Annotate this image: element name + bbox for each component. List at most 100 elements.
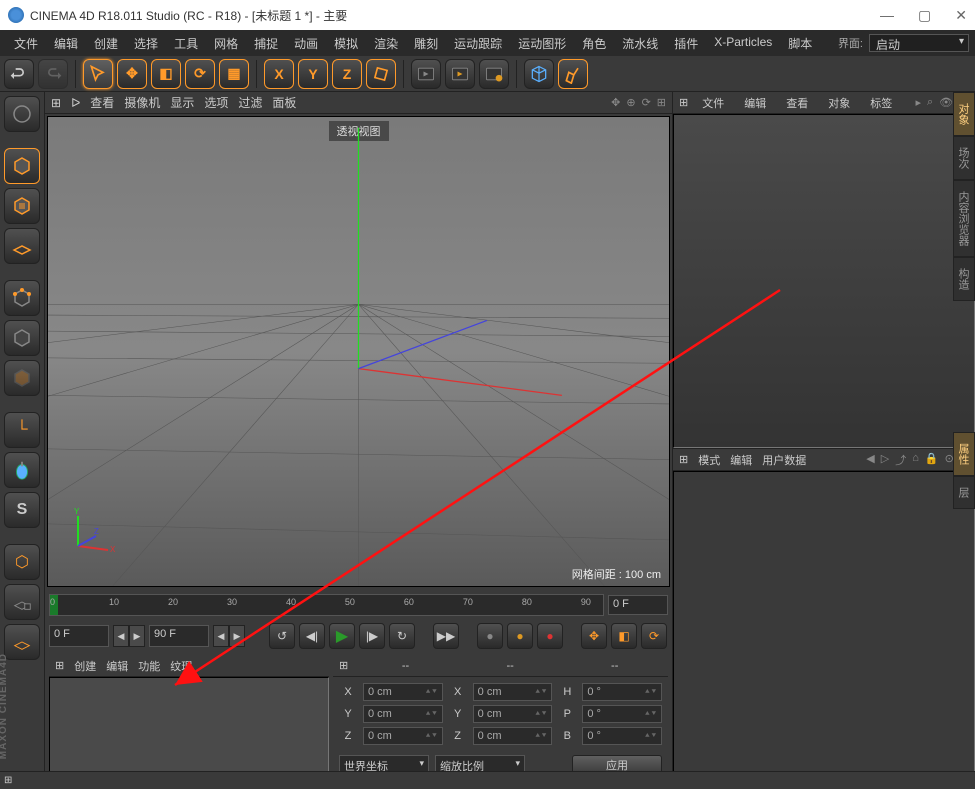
side-tab-structure[interactable]: 构造 xyxy=(953,257,975,301)
key-scale-button[interactable]: ◧ xyxy=(611,623,637,649)
attr-menu-userdata[interactable]: 用户数据 xyxy=(762,452,806,468)
coord-y-size[interactable]: 0 cm⯅⯆ xyxy=(473,705,553,723)
coord-x-pos[interactable]: 0 cm⯅⯆ xyxy=(363,683,443,701)
mat-menu-func[interactable]: 功能 xyxy=(138,658,160,674)
menu-14[interactable]: 流水线 xyxy=(614,35,666,52)
obj-menu-file[interactable]: 文件 xyxy=(696,95,730,111)
menu-12[interactable]: 运动图形 xyxy=(510,35,574,52)
coord-z-pos[interactable]: 0 cm⯅⯆ xyxy=(363,727,443,745)
spline-pen-button[interactable] xyxy=(558,59,588,89)
goto-end-button[interactable]: ↻ xyxy=(389,623,415,649)
attr-back-icon[interactable]: ◀ xyxy=(866,452,874,468)
obj-eye-icon[interactable]: 👁 xyxy=(939,96,953,109)
play-button[interactable]: ▶ xyxy=(329,623,355,649)
menu-5[interactable]: 网格 xyxy=(206,35,246,52)
make-editable-button[interactable] xyxy=(4,96,40,132)
menu-17[interactable]: 脚本 xyxy=(780,35,820,52)
perspective-viewport[interactable]: 透视视图 xyxy=(47,116,670,587)
frame-up-button[interactable]: ▶ xyxy=(129,625,145,647)
timeline-ruler[interactable]: 0102030405060708090 xyxy=(49,594,604,616)
render-settings-button[interactable] xyxy=(479,59,509,89)
menu-8[interactable]: 模拟 xyxy=(326,35,366,52)
menu-9[interactable]: 渲染 xyxy=(366,35,406,52)
coord-h-rot[interactable]: 0 °⯅⯆ xyxy=(582,683,662,701)
record-key-button[interactable]: ● xyxy=(477,623,503,649)
menu-11[interactable]: 运动跟踪 xyxy=(446,35,510,52)
coord-y-pos[interactable]: 0 cm⯅⯆ xyxy=(363,705,443,723)
axis-y-lock[interactable]: Y xyxy=(298,59,328,89)
render-picture-viewer-button[interactable] xyxy=(445,59,475,89)
vp-menu-filter[interactable]: 过滤 xyxy=(238,94,262,111)
coord-system[interactable] xyxy=(366,59,396,89)
attributes-panel-body[interactable] xyxy=(673,471,975,789)
menu-1[interactable]: 编辑 xyxy=(46,35,86,52)
vp-menu-options[interactable]: 选项 xyxy=(204,94,228,111)
side-tab-browser[interactable]: 内容浏览器 xyxy=(953,180,975,257)
frame-down-button[interactable]: ◀ xyxy=(113,625,129,647)
autokey-button[interactable]: ● xyxy=(507,623,533,649)
objects-panel-body[interactable] xyxy=(673,114,975,448)
model-mode-button[interactable] xyxy=(4,148,40,184)
attr-fwd-icon[interactable]: ▷ xyxy=(881,452,889,468)
obj-expand-icon[interactable]: ▸ xyxy=(915,96,921,109)
vp-menu-view[interactable]: 查看 xyxy=(90,94,114,111)
workplane-tool-button[interactable]: ⬡ xyxy=(4,544,40,580)
keyframe-sel-button[interactable]: ● xyxy=(537,623,563,649)
tweak-tool-button[interactable] xyxy=(4,452,40,488)
vp-nav-icon-3[interactable]: ⟳ xyxy=(642,96,651,109)
menu-0[interactable]: 文件 xyxy=(6,35,46,52)
coord-b-rot[interactable]: 0 °⯅⯆ xyxy=(582,727,662,745)
vp-nav-icon-2[interactable]: ⊕ xyxy=(626,96,635,109)
forward-button[interactable]: ▶▶ xyxy=(433,623,459,649)
menu-15[interactable]: 插件 xyxy=(666,35,706,52)
next-key-button[interactable]: |▶ xyxy=(359,623,385,649)
vp-menu-display[interactable]: 显示 xyxy=(170,94,194,111)
key-pos-button[interactable]: ✥ xyxy=(581,623,607,649)
menu-7[interactable]: 动画 xyxy=(286,35,326,52)
maximize-button[interactable]: ▢ xyxy=(918,7,931,24)
snap-button[interactable]: S xyxy=(4,492,40,528)
vp-menu-panel[interactable]: 面板 xyxy=(272,94,296,111)
last-tool[interactable]: ▦ xyxy=(219,59,249,89)
vp-nav-icon-4[interactable]: ⊞ xyxy=(657,96,666,109)
edge-mode-button[interactable] xyxy=(4,320,40,356)
menu-13[interactable]: 角色 xyxy=(574,35,614,52)
obj-menu-view[interactable]: 查看 xyxy=(780,95,814,111)
status-drag-icon[interactable]: ⊞ xyxy=(4,775,12,786)
axis-tool-button[interactable]: └ xyxy=(4,412,40,448)
menu-3[interactable]: 选择 xyxy=(126,35,166,52)
vp-nav-icon-1[interactable]: ✥ xyxy=(611,96,620,109)
grid-icon[interactable]: ⊞ xyxy=(51,96,61,110)
vp-menu-camera[interactable]: 摄像机 xyxy=(124,94,160,111)
point-mode-button[interactable] xyxy=(4,280,40,316)
render-view-button[interactable] xyxy=(411,59,441,89)
obj-menu-object[interactable]: 对象 xyxy=(822,95,856,111)
axis-z-lock[interactable]: Z xyxy=(332,59,362,89)
attr-menu-edit[interactable]: 编辑 xyxy=(730,452,752,468)
mat-menu-tex[interactable]: 纹理 xyxy=(170,658,192,674)
panel-drag-icon[interactable]: ⊞ xyxy=(55,659,64,672)
primitive-cube-button[interactable] xyxy=(524,59,554,89)
axis-x-lock[interactable]: X xyxy=(264,59,294,89)
menu-2[interactable]: 创建 xyxy=(86,35,126,52)
workplane-mode-button[interactable] xyxy=(4,228,40,264)
menu-6[interactable]: 捕捉 xyxy=(246,35,286,52)
menu-4[interactable]: 工具 xyxy=(166,35,206,52)
end-down-button[interactable]: ◀ xyxy=(213,625,229,647)
obj-menu-edit[interactable]: 编辑 xyxy=(738,95,772,111)
panel-drag-icon[interactable]: ⊞ xyxy=(679,453,688,466)
side-tab-layers[interactable]: 层 xyxy=(953,476,975,509)
mat-menu-create[interactable]: 创建 xyxy=(74,658,96,674)
panel-drag-icon[interactable]: ⊞ xyxy=(339,659,348,672)
side-tab-objects[interactable]: 对象 xyxy=(953,92,975,136)
texture-mode-button[interactable] xyxy=(4,188,40,224)
minimize-button[interactable]: — xyxy=(880,7,894,24)
obj-search-icon[interactable]: ⌕ xyxy=(927,96,933,109)
mat-menu-edit[interactable]: 编辑 xyxy=(106,658,128,674)
end-up-button[interactable]: ▶ xyxy=(229,625,245,647)
obj-menu-tags[interactable]: 标签 xyxy=(864,95,898,111)
side-tab-takes[interactable]: 场次 xyxy=(953,136,975,180)
panel-drag-icon[interactable]: ⊞ xyxy=(679,96,688,109)
attr-menu-mode[interactable]: 模式 xyxy=(698,452,720,468)
attr-lock-icon[interactable]: ⌂ xyxy=(912,452,919,468)
